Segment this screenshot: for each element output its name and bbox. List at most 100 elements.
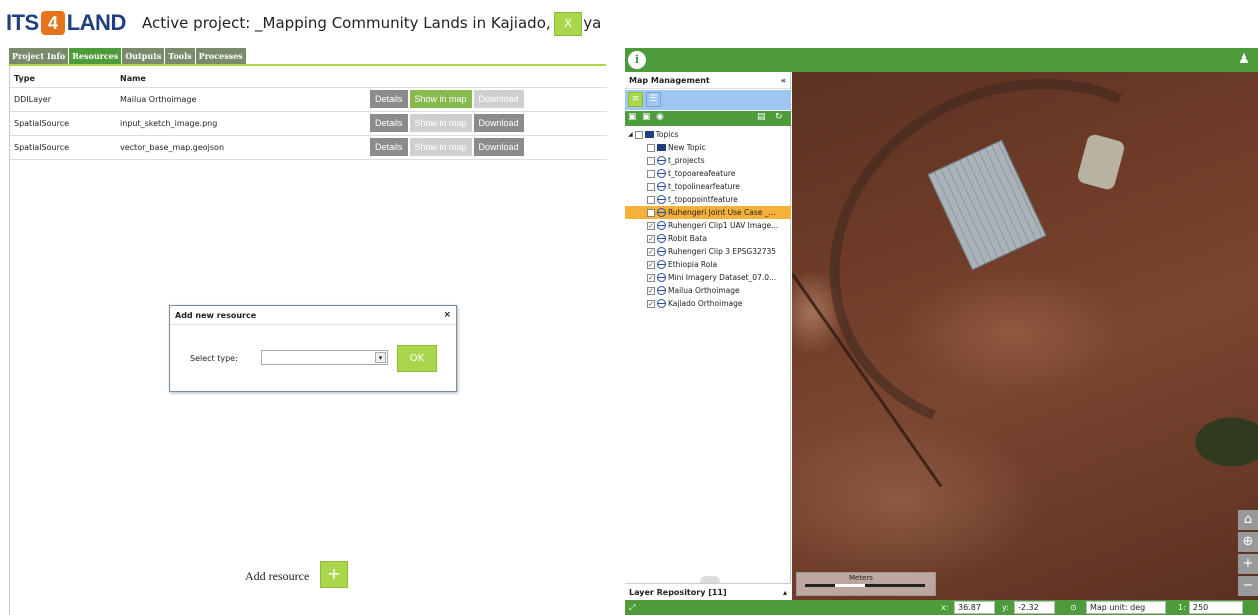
expand-icon[interactable]: ◢ (628, 131, 633, 138)
ok-button[interactable]: OK (397, 345, 437, 372)
tab-resources[interactable]: Resources (69, 48, 122, 64)
details-button[interactable]: Details (370, 90, 408, 108)
checkbox-checked[interactable]: ✓ (647, 234, 655, 243)
dialog-close-icon[interactable]: × (443, 310, 451, 320)
folder-icon (644, 131, 654, 138)
tree-root-topics[interactable]: ◢ Topics (625, 128, 791, 141)
column-header-type: Type (14, 74, 35, 84)
add-folder-icon[interactable]: ▣ (628, 112, 637, 122)
tree-node[interactable]: t_projects (625, 154, 791, 167)
remove-folder-icon[interactable]: ▣ (642, 112, 651, 122)
scale-bar-graphic (805, 584, 925, 587)
details-button[interactable]: Details (370, 138, 408, 156)
checkbox-checked[interactable]: ✓ (647, 247, 655, 256)
layer-repository-title: Layer Repository [11] (629, 587, 727, 597)
download-button[interactable]: Download (473, 90, 524, 108)
locate-icon[interactable]: ⊙ (1070, 602, 1077, 613)
zoom-extent-icon[interactable]: ⊕ (1238, 532, 1258, 552)
show-in-map-button[interactable]: Show in map (409, 114, 472, 132)
select-type-dropdown[interactable]: ▾ (261, 350, 388, 365)
checkbox-checked[interactable]: ✓ (647, 273, 655, 282)
fullscreen-icon[interactable]: ⤢ (629, 602, 635, 613)
map-controls: ⌂ ⊕ + − (1238, 510, 1258, 598)
scale-select[interactable]: 250 (1189, 601, 1243, 614)
cell-actions: Details Show in map Download (366, 86, 607, 111)
tab-outputs[interactable]: Outputs (122, 48, 165, 64)
tab-processes[interactable]: Processes (195, 48, 246, 64)
tree-node-label: Kajiado Orthoimage (668, 299, 743, 308)
close-project-button[interactable]: X (554, 12, 582, 36)
download-button[interactable]: Download (473, 114, 524, 132)
y-coordinate-field[interactable]: -2.32 (1014, 601, 1055, 614)
scale-bar-label: Meters (849, 574, 873, 582)
home-icon[interactable]: ⌂ (1238, 510, 1258, 530)
collapse-icon[interactable]: « (781, 76, 786, 85)
tree-node[interactable]: t_topolinearfeature (625, 180, 791, 193)
x-coordinate-field[interactable]: 36.87 (954, 601, 995, 614)
info-icon[interactable]: i (628, 51, 646, 69)
refresh-icon[interactable]: ↻ (775, 112, 783, 122)
cell-name: input_sketch_image.png (116, 110, 366, 135)
tree-node-label: Mailua Orthoimage (668, 286, 740, 295)
list-view-icon[interactable]: ☰ (646, 92, 661, 107)
checkbox[interactable] (647, 156, 655, 165)
map-management-header: Map Management « (625, 72, 790, 89)
layer-globe-icon (657, 156, 666, 165)
zoom-out-icon[interactable]: − (1238, 576, 1258, 596)
tree-node-label: Ethiopia Rola (668, 260, 718, 269)
tree-node[interactable]: t_topoareafeature (625, 167, 791, 180)
tab-project-info[interactable]: Project Info (9, 48, 69, 64)
layer-globe-icon (657, 273, 666, 282)
expand-up-icon[interactable]: ▴ (783, 588, 787, 597)
layer-globe-icon (657, 234, 666, 243)
cell-actions: Details Show in map Download (366, 110, 607, 135)
checkbox[interactable] (647, 208, 655, 217)
show-in-map-button[interactable]: Show in map (409, 138, 472, 156)
print-icon[interactable]: ▤ (757, 112, 766, 122)
tree-node[interactable]: New Topic (625, 141, 791, 154)
tree-node-label: New Topic (668, 143, 706, 152)
show-in-map-button[interactable]: Show in map (409, 90, 472, 108)
chevron-down-icon[interactable]: ▾ (375, 352, 386, 363)
download-button[interactable]: Download (473, 138, 524, 156)
tree-node-selected[interactable]: Ruhengeri Joint Use Case _... (625, 206, 791, 219)
scale-bar: Meters (796, 572, 936, 596)
cell-name: Mailua Orthoimage (116, 86, 366, 111)
checkbox-checked[interactable]: ✓ (647, 260, 655, 269)
add-resource-button[interactable]: + (320, 561, 348, 588)
layer-repository-header[interactable]: Layer Repository [11] ▴ (625, 583, 791, 600)
repository-expand-handle[interactable] (700, 576, 720, 583)
layer-globe-icon (657, 169, 666, 178)
details-button[interactable]: Details (370, 114, 408, 132)
tree-node-label: Ruhengeri Clip 3 EPSG32735 (668, 247, 777, 256)
tree-node[interactable]: t_topopointfeature (625, 193, 791, 206)
tab-bar: Project Info Resources Outputs Tools Pro… (9, 48, 247, 64)
checkbox[interactable] (647, 169, 655, 178)
x-label: x: (941, 603, 949, 612)
tab-tools[interactable]: Tools (165, 48, 195, 64)
zoom-in-icon[interactable]: + (1238, 554, 1258, 574)
tree-view-icon[interactable]: ≡ (628, 92, 643, 107)
map-unit-select[interactable]: Map unit: deg (1086, 601, 1166, 614)
dialog-title: Add new resource (175, 310, 257, 320)
tree-node[interactable]: ✓ Ethiopia Rola (625, 258, 791, 271)
user-icon[interactable]: ♟ (1234, 51, 1254, 69)
tree-node[interactable]: ✓ Ruhengeri Clip1 UAV Image... (625, 219, 791, 232)
checkbox-checked[interactable]: ✓ (647, 286, 655, 295)
checkbox[interactable] (634, 130, 643, 139)
cell-type: SpatialSource (10, 110, 116, 135)
tree-node-label: Ruhengeri Clip1 UAV Image... (668, 221, 779, 230)
checkbox[interactable] (647, 182, 655, 191)
checkbox[interactable] (647, 143, 655, 152)
tree-node[interactable]: ✓ Mini Imagery Dataset_07.0... (625, 271, 791, 284)
logo-four: 4 (40, 11, 65, 35)
checkbox-checked[interactable]: ✓ (647, 221, 655, 230)
tree-node[interactable]: ✓ Ruhengeri Clip 3 EPSG32735 (625, 245, 791, 258)
visibility-icon[interactable]: ◉ (656, 112, 664, 122)
tree-node[interactable]: ✓ Robit Bata (625, 232, 791, 245)
map-view[interactable]: ⌂ ⊕ + − Meters (792, 72, 1258, 600)
checkbox[interactable] (647, 195, 655, 204)
checkbox-checked[interactable]: ✓ (647, 299, 655, 308)
tree-node[interactable]: ✓ Kajiado Orthoimage (625, 297, 791, 310)
tree-node[interactable]: ✓ Mailua Orthoimage (625, 284, 791, 297)
